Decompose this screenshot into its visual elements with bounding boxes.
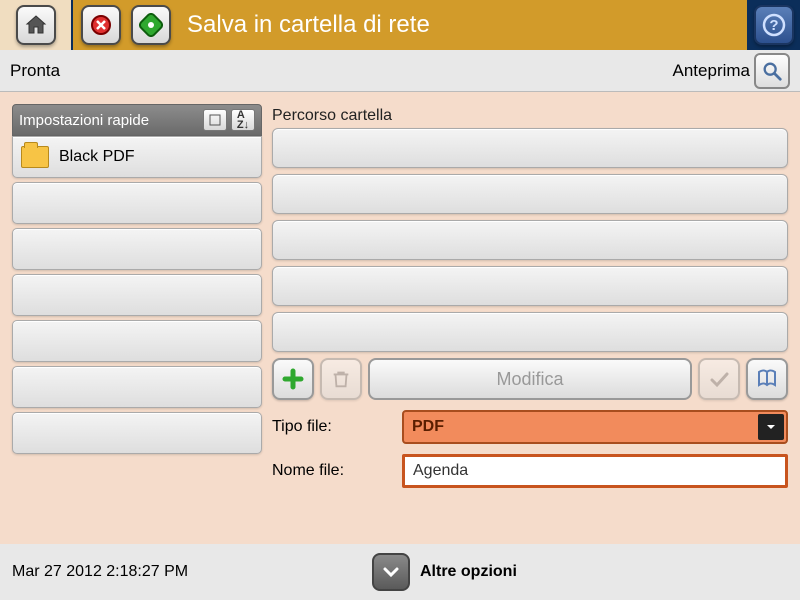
quickset-item[interactable] <box>12 366 262 408</box>
layout-icon <box>209 114 221 126</box>
folder-path-label: Percorso cartella <box>272 104 788 128</box>
more-options-button[interactable] <box>372 553 410 591</box>
chevron-down-icon <box>381 562 401 582</box>
chevron-down-icon <box>765 421 777 433</box>
confirm-button[interactable] <box>698 358 740 400</box>
quicksets-layout-button[interactable] <box>203 109 227 131</box>
home-button[interactable] <box>16 5 56 45</box>
dropdown-arrow <box>758 414 784 440</box>
file-type-label: Tipo file: <box>272 418 392 436</box>
delete-path-button[interactable] <box>320 358 362 400</box>
folder-path-row[interactable] <box>272 128 788 168</box>
check-icon <box>707 367 731 391</box>
quickset-item[interactable] <box>12 412 262 454</box>
page-title: Salva in cartella di rete <box>187 11 430 39</box>
cancel-icon <box>89 13 113 37</box>
quicksets-header-label: Impostazioni rapide <box>19 112 199 129</box>
timestamp: Mar 27 2012 2:18:27 PM <box>12 563 372 581</box>
file-type-value: PDF <box>412 418 444 436</box>
plus-icon <box>281 367 305 391</box>
quickset-item-label: Black PDF <box>59 148 135 166</box>
quickset-item[interactable] <box>12 274 262 316</box>
modify-button[interactable]: Modifica <box>368 358 692 400</box>
preview-button[interactable] <box>754 53 790 89</box>
quickset-item[interactable]: Black PDF <box>12 136 262 178</box>
folder-path-row[interactable] <box>272 174 788 214</box>
start-button[interactable] <box>131 5 171 45</box>
folder-path-row[interactable] <box>272 220 788 260</box>
trash-icon <box>330 368 352 390</box>
status-ready: Pronta <box>10 61 673 81</box>
book-icon <box>755 367 779 391</box>
folder-icon <box>21 146 49 168</box>
quickset-item[interactable] <box>12 320 262 362</box>
folder-path-row[interactable] <box>272 312 788 352</box>
quickset-item[interactable] <box>12 182 262 224</box>
more-options-label: Altre opzioni <box>420 563 517 581</box>
quicksets-sort-button[interactable]: AZ↓ <box>231 109 255 131</box>
quickset-item[interactable] <box>12 228 262 270</box>
modify-button-label: Modifica <box>496 369 563 390</box>
file-name-value: Agenda <box>413 462 468 480</box>
cancel-button[interactable] <box>81 5 121 45</box>
file-name-input[interactable]: Agenda <box>402 454 788 488</box>
file-name-label: Nome file: <box>272 462 392 480</box>
quicksets-header: Impostazioni rapide AZ↓ <box>12 104 262 136</box>
home-icon <box>24 13 48 37</box>
file-type-dropdown[interactable]: PDF <box>402 410 788 444</box>
add-path-button[interactable] <box>272 358 314 400</box>
folder-path-row[interactable] <box>272 266 788 306</box>
help-icon: ? <box>762 13 786 37</box>
svg-text:?: ? <box>769 17 778 34</box>
preview-label: Anteprima <box>673 61 750 81</box>
addressbook-button[interactable] <box>746 358 788 400</box>
magnifier-icon <box>761 60 783 82</box>
start-icon <box>139 13 163 37</box>
help-button[interactable]: ? <box>754 5 794 45</box>
sort-icon: AZ↓ <box>237 110 249 130</box>
